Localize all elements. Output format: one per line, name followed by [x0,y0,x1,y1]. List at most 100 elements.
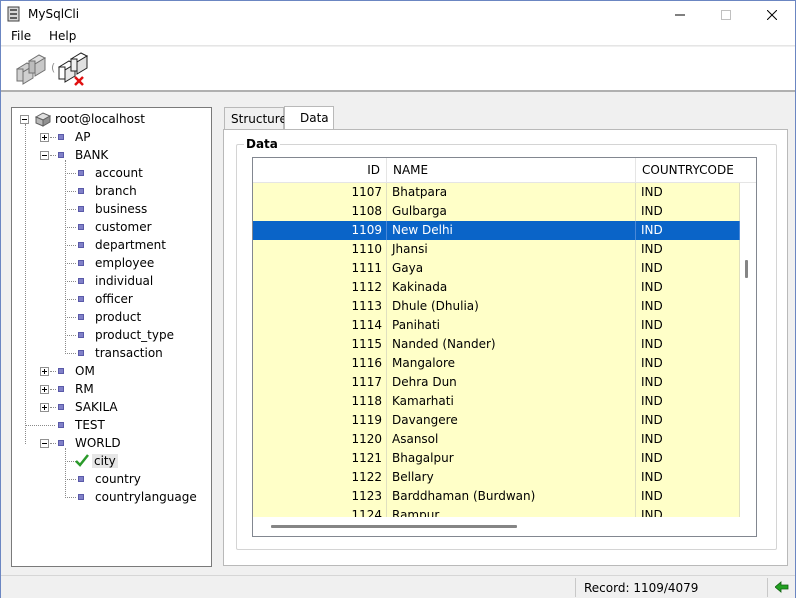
cell-id[interactable]: 1122 [253,468,387,487]
cell-name[interactable]: Rampur [387,506,636,517]
tree-table-transaction[interactable]: transaction [95,346,163,360]
cell-countrycode[interactable]: IND [636,487,740,506]
cell-name[interactable]: Bhagalpur [387,449,636,468]
cell-countrycode[interactable]: IND [636,392,740,411]
table-row[interactable]: 1121 Bhagalpur IND [253,449,740,468]
tree-table-country[interactable]: country [95,472,141,486]
cell-countrycode[interactable]: IND [636,183,740,202]
table-row[interactable]: 1115 Nanded (Nander) IND [253,335,740,354]
cell-id[interactable]: 1112 [253,278,387,297]
tree-table-employee[interactable]: employee [95,256,154,270]
expander-om[interactable] [40,367,49,376]
maximize-button[interactable] [703,1,749,28]
table-row[interactable]: 1113 Dhule (Dhulia) IND [253,297,740,316]
tab-data[interactable]: Data [284,106,334,129]
table-row[interactable]: 1109 New Delhi IND [253,221,740,240]
cell-id[interactable]: 1113 [253,297,387,316]
cell-id[interactable]: 1115 [253,335,387,354]
tree-table-branch[interactable]: branch [95,184,137,198]
tree-table-business[interactable]: business [95,202,147,216]
table-row[interactable]: 1112 Kakinada IND [253,278,740,297]
table-row[interactable]: 1120 Asansol IND [253,430,740,449]
cell-countrycode[interactable]: IND [636,373,740,392]
cell-countrycode[interactable]: IND [636,411,740,430]
cell-name[interactable]: Gaya [387,259,636,278]
cell-countrycode[interactable]: IND [636,354,740,373]
tree-table-customer[interactable]: customer [95,220,152,234]
cell-id[interactable]: 1108 [253,202,387,221]
column-header-name[interactable]: NAME [387,158,636,183]
minimize-button[interactable] [657,1,703,28]
connect-icon[interactable] [15,51,49,85]
cell-name[interactable]: Jhansi [387,240,636,259]
cell-countrycode[interactable]: IND [636,335,740,354]
cell-id[interactable]: 1117 [253,373,387,392]
cell-countrycode[interactable]: IND [636,316,740,335]
table-row[interactable]: 1116 Mangalore IND [253,354,740,373]
table-row[interactable]: 1119 Davangere IND [253,411,740,430]
cell-countrycode[interactable]: IND [636,221,740,240]
cell-id[interactable]: 1111 [253,259,387,278]
table-row[interactable]: 1123 Barddhaman (Burdwan) IND [253,487,740,506]
menu-file[interactable]: File [9,29,33,43]
column-header-countrycode[interactable]: COUNTRYCODE [636,158,740,183]
cell-id[interactable]: 1114 [253,316,387,335]
cell-name[interactable]: Mangalore [387,354,636,373]
data-grid[interactable]: ID NAME COUNTRYCODE 1107 Bhatpara IND 1108 G… [252,157,757,537]
cell-countrycode[interactable]: IND [636,259,740,278]
horizontal-scrollbar-thumb[interactable] [271,525,517,528]
column-header-id[interactable]: ID [253,158,387,183]
cell-name[interactable]: Nanded (Nander) [387,335,636,354]
cell-countrycode[interactable]: IND [636,202,740,221]
cell-countrycode[interactable]: IND [636,449,740,468]
expander-sakila[interactable] [40,403,49,412]
cell-name[interactable]: Dhule (Dhulia) [387,297,636,316]
expander-world[interactable] [40,439,49,448]
schema-tree[interactable]: root@localhost AP BANK account branch busines… [11,107,212,567]
tree-table-account[interactable]: account [95,166,143,180]
cell-countrycode[interactable]: IND [636,240,740,259]
tree-db-rm[interactable]: RM [75,382,94,396]
cell-name[interactable]: Davangere [387,411,636,430]
disconnect-icon[interactable] [55,51,91,87]
tab-structure[interactable]: Structure [224,107,287,129]
table-row[interactable]: 1117 Dehra Dun IND [253,373,740,392]
tree-db-world[interactable]: WORLD [75,436,121,450]
cell-id[interactable]: 1118 [253,392,387,411]
cell-countrycode[interactable]: IND [636,278,740,297]
expander-rm[interactable] [40,385,49,394]
cell-name[interactable]: Kakinada [387,278,636,297]
cell-name[interactable]: Dehra Dun [387,373,636,392]
table-row[interactable]: 1107 Bhatpara IND [253,183,740,202]
tree-table-department[interactable]: department [95,238,166,252]
expander-bank[interactable] [40,151,49,160]
tree-db-test[interactable]: TEST [75,418,105,432]
cell-id[interactable]: 1121 [253,449,387,468]
cell-countrycode[interactable]: IND [636,506,740,517]
tree-db-ap[interactable]: AP [75,130,90,144]
cell-name[interactable]: Kamarhati [387,392,636,411]
tree-root-label[interactable]: root@localhost [55,112,145,126]
title-bar[interactable]: MySqlCli [1,1,795,28]
cell-name[interactable]: New Delhi [387,221,636,240]
table-row[interactable]: 1124 Rampur IND [253,506,740,517]
cell-id[interactable]: 1123 [253,487,387,506]
cell-id[interactable]: 1107 [253,183,387,202]
table-row[interactable]: 1108 Gulbarga IND [253,202,740,221]
vertical-scrollbar-thumb[interactable] [745,260,748,278]
cell-id[interactable]: 1124 [253,506,387,517]
cell-name[interactable]: Bhatpara [387,183,636,202]
table-row[interactable]: 1122 Bellary IND [253,468,740,487]
table-row[interactable]: 1114 Panihati IND [253,316,740,335]
expander-ap[interactable] [40,133,49,142]
tree-db-sakila[interactable]: SAKILA [75,400,118,414]
cell-name[interactable]: Asansol [387,430,636,449]
cell-id[interactable]: 1119 [253,411,387,430]
cell-name[interactable]: Bellary [387,468,636,487]
tree-db-om[interactable]: OM [75,364,95,378]
cell-id[interactable]: 1116 [253,354,387,373]
cell-countrycode[interactable]: IND [636,468,740,487]
menu-help[interactable]: Help [47,29,78,43]
cell-id[interactable]: 1110 [253,240,387,259]
table-row[interactable]: 1111 Gaya IND [253,259,740,278]
